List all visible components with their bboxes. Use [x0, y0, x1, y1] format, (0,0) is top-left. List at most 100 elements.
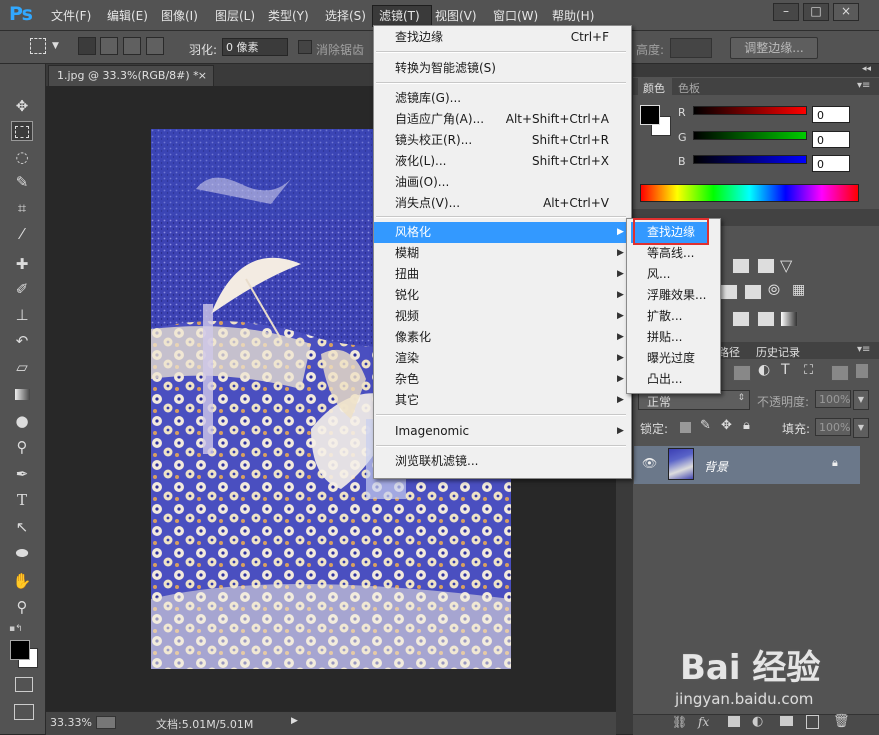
status-arrow-icon[interactable]: ▶ [291, 716, 298, 726]
filter-pixelate[interactable]: 像素化 [395, 327, 625, 348]
tab-paths[interactable]: 路径 [718, 344, 740, 360]
zoom-level[interactable]: 33.33% [50, 716, 92, 729]
tab-swatches[interactable]: 色板 [678, 80, 700, 96]
fill-input[interactable]: 100% [815, 418, 851, 436]
new-selection-button[interactable] [78, 37, 96, 55]
threshold-icon[interactable] [757, 311, 775, 327]
opacity-input[interactable]: 100% [815, 390, 851, 408]
channel-b-value[interactable]: 0 [812, 155, 850, 172]
minimize-button[interactable]: – [773, 3, 799, 21]
filter-vanishing-point[interactable]: 消失点(V)... Alt+Ctrl+V [395, 193, 625, 214]
menu-type[interactable]: 类型(Y) [268, 7, 309, 24]
channel-r-value[interactable]: 0 [812, 106, 850, 123]
filter-adaptive-wide-angle[interactable]: 自适应广角(A)... Alt+Shift+Ctrl+A [395, 109, 625, 130]
layer-thumbnail[interactable] [668, 448, 694, 480]
channel-b-slider[interactable] [693, 155, 807, 164]
filter-sharpen[interactable]: 锐化 [395, 285, 625, 306]
filter-type-icon[interactable]: T [781, 362, 790, 378]
lasso-tool-icon[interactable]: ◌ [11, 147, 33, 167]
menu-window[interactable]: 窗口(W) [493, 7, 538, 24]
filter-stylize[interactable]: 风格化 [395, 222, 625, 243]
foreground-color-swatch[interactable] [10, 640, 30, 660]
brush-tool-icon[interactable]: ✐ [11, 279, 33, 299]
panel-menu-icon[interactable]: ▾≡ [857, 80, 870, 91]
filter-smart-icon[interactable] [831, 365, 849, 381]
filter-browse-online[interactable]: 浏览联机滤镜... [395, 451, 625, 472]
move-tool-icon[interactable]: ✥ [11, 96, 33, 116]
history-brush-tool-icon[interactable]: ↶ [11, 331, 33, 351]
filter-distort[interactable]: 扭曲 [395, 264, 625, 285]
marquee-tool-icon[interactable] [11, 121, 33, 141]
filter-lens-correction[interactable]: 镜头校正(R)... Shift+Ctrl+R [395, 130, 625, 151]
collapse-icon[interactable]: ◂◂ [862, 64, 871, 74]
color-lookup-icon[interactable]: ▦ [792, 282, 805, 298]
healing-brush-tool-icon[interactable]: ✚ [11, 254, 33, 274]
photo-filter-icon[interactable] [744, 284, 762, 300]
link-layers-icon[interactable]: ⛓ [672, 715, 687, 729]
curves-adjust-icon[interactable] [757, 258, 775, 274]
stylize-wind[interactable]: 风... [647, 264, 670, 285]
stamp-tool-icon[interactable]: ⊥ [11, 305, 33, 325]
lock-all-icon[interactable]: 🔒︎ [743, 418, 750, 433]
menu-file[interactable]: 文件(F) [51, 7, 91, 24]
dodge-tool-icon[interactable]: ⚲ [11, 437, 33, 457]
layers-menu-icon[interactable]: ▾≡ [857, 344, 870, 355]
eye-icon[interactable]: 👁︎ [642, 456, 657, 470]
chevron-down-icon[interactable]: ▼ [52, 41, 59, 51]
channel-r-slider[interactable] [693, 106, 807, 115]
lock-pixels-icon[interactable]: ✎ [700, 418, 711, 433]
delete-layer-icon[interactable]: 🗑︎ [833, 714, 850, 729]
stylize-tiles[interactable]: 拼贴... [647, 327, 682, 348]
crop-tool-icon[interactable]: ⌗ [11, 198, 33, 218]
invert-icon[interactable] [732, 311, 750, 327]
stylize-diffuse[interactable]: 扩散... [647, 306, 682, 327]
zoom-tool-icon[interactable]: ⚲ [11, 597, 33, 617]
close-button[interactable]: × [833, 3, 859, 21]
filter-gallery[interactable]: 滤镜库(G)... [395, 88, 625, 109]
refine-edge-button[interactable]: 调整边缘... [730, 37, 818, 59]
selective-color-icon[interactable] [780, 311, 798, 327]
pen-tool-icon[interactable]: ✒ [11, 464, 33, 484]
new-group-icon[interactable] [780, 716, 793, 726]
panel-fg-swatch[interactable] [640, 105, 660, 125]
menu-filter[interactable]: 滤镜(T) [379, 7, 420, 24]
menu-select[interactable]: 选择(S) [325, 7, 366, 24]
channel-g-value[interactable]: 0 [812, 131, 850, 148]
preview-icon[interactable] [96, 716, 116, 729]
layer-name[interactable]: 背景 [704, 458, 728, 475]
ellipse-tool-icon[interactable]: ⬬ [11, 543, 33, 563]
document-tab[interactable]: 1.jpg @ 33.3%(RGB/8#) * × [48, 65, 214, 86]
lock-position-icon[interactable]: ✥ [721, 418, 732, 433]
filter-other[interactable]: 其它 [395, 390, 625, 411]
fill-dropdown[interactable]: ▼ [853, 418, 869, 438]
close-icon[interactable]: × [198, 66, 207, 86]
filter-convert-smart[interactable]: 转换为智能滤镜(S) [395, 58, 625, 79]
screen-mode-icon[interactable] [14, 704, 34, 720]
filter-render[interactable]: 渲染 [395, 348, 625, 369]
filter-video[interactable]: 视频 [395, 306, 625, 327]
feather-input[interactable]: 0 像素 [222, 38, 288, 56]
filter-imagenomic[interactable]: Imagenomic [395, 421, 625, 442]
stylize-extrude[interactable]: 凸出... [647, 369, 682, 390]
stylize-emboss[interactable]: 浮雕效果... [647, 285, 706, 306]
stylize-contour[interactable]: 等高线... [647, 243, 694, 264]
new-layer-icon[interactable] [806, 715, 819, 729]
filter-liquify[interactable]: 液化(L)... Shift+Ctrl+X [395, 151, 625, 172]
filter-last-find-edges[interactable]: 查找边缘 Ctrl+F [395, 27, 625, 48]
stylize-solarize[interactable]: 曝光过度 [647, 348, 695, 369]
antialias-checkbox[interactable] [298, 40, 312, 54]
filter-adjust-icon[interactable]: ◐ [758, 362, 770, 378]
menu-help[interactable]: 帮助(H) [552, 7, 594, 24]
filter-shape-icon[interactable]: ⛶ [804, 363, 813, 378]
type-tool-icon[interactable]: T [11, 490, 33, 510]
maximize-button[interactable]: □ [803, 3, 829, 21]
path-select-tool-icon[interactable]: ↖ [11, 517, 33, 537]
filter-noise[interactable]: 杂色 [395, 369, 625, 390]
height-input[interactable] [670, 38, 712, 58]
opacity-dropdown[interactable]: ▼ [853, 390, 869, 410]
add-mask-icon[interactable] [728, 716, 740, 727]
menu-view[interactable]: 视图(V) [435, 7, 477, 24]
fx-icon[interactable]: fx [698, 715, 709, 729]
color-spectrum[interactable] [640, 184, 859, 202]
menu-layer[interactable]: 图层(L) [215, 7, 255, 24]
